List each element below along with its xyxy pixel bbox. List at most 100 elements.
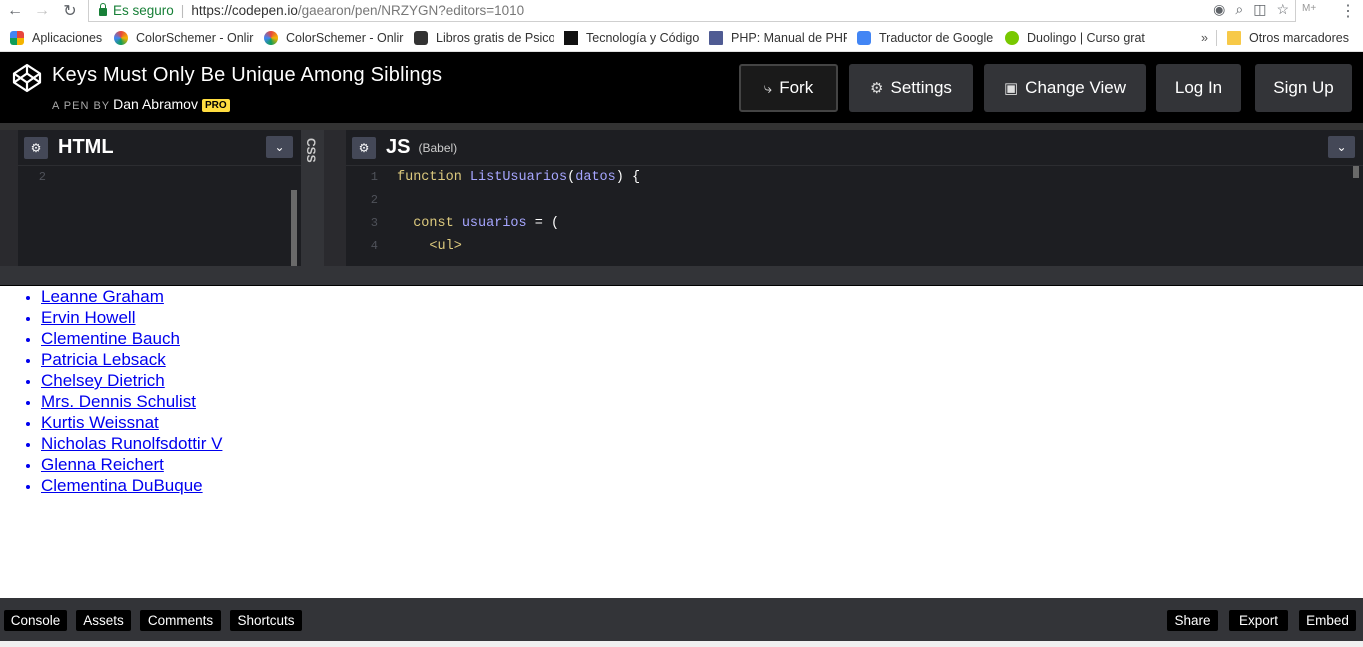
omnibox-actions: ◉ ⌕ ◫ ☆ [1213,1,1289,18]
bookmark-colorschemer-1[interactable]: ColorSchemer - Onlir [104,25,254,52]
bookmark-colorschemer-2[interactable]: ColorSchemer - Onlir [254,25,404,52]
user-link[interactable]: Chelsey Dietrich [41,371,165,390]
editor-preview-resizer[interactable] [0,266,1363,286]
address-bar[interactable]: Es seguro | https://codepen.io/gaearon/p… [88,0,1296,22]
js-editor[interactable]: ⚙ JS (Babel) ⌄ 1 function ListUsuarios(d… [346,130,1363,266]
other-bookmarks-label: Otros marcadores [1248,31,1349,45]
settings-label: Settings [890,78,952,97]
html-scrollbar[interactable] [291,190,297,266]
author-link[interactable]: Dan Abramov [113,96,198,112]
bookmark-apps[interactable]: Aplicaciones [0,25,104,52]
code-line: 3 const usuarios = ( [346,212,1363,235]
bookmark-traductor[interactable]: Traductor de Google [847,25,995,52]
list-item: Clementina DuBuque [41,476,222,497]
bookmark-label: Traductor de Google [879,31,994,45]
more-bookmarks-chevron[interactable]: » [1193,31,1216,45]
codepen-logo-icon[interactable] [12,63,42,93]
login-label: Log In [1174,78,1223,97]
js-settings-gear-icon[interactable]: ⚙ [352,136,376,159]
change-view-button[interactable]: ▣ Change View [984,64,1146,112]
list-item: Clementine Bauch [41,329,222,350]
list-item: Mrs. Dennis Schulist [41,392,222,413]
html-code[interactable]: 2 [18,166,301,189]
pro-badge: PRO [201,99,230,112]
settings-button[interactable]: ⚙ Settings [849,64,973,112]
user-link[interactable]: Patricia Lebsack [41,350,166,369]
editor-resize-handle-middle[interactable] [324,130,346,266]
html-editor[interactable]: ⚙ HTML ⌄ 2 [18,130,301,266]
extension-icon[interactable]: M+ [1302,3,1320,17]
layout-icon: ▣ [1003,80,1019,97]
console-button[interactable]: Console [4,610,67,631]
user-link[interactable]: Leanne Graham [41,287,164,306]
other-bookmarks-folder[interactable]: Otros marcadores [1217,25,1363,52]
code-line: 4 <ul> [346,235,1363,258]
colorwheel-icon [114,31,128,45]
tech-icon [564,31,578,45]
list-item: Ervin Howell [41,308,222,329]
list-item: Nicholas Runolfsdottir V [41,434,222,455]
login-button[interactable]: Log In [1156,64,1241,112]
forward-arrow-icon[interactable]: → [30,1,54,21]
jsx-tag: <ul> [429,239,462,254]
line-number: 2 [370,193,378,207]
param-name: datos [575,170,616,185]
by-label: A PEN BY [52,100,111,112]
reload-icon[interactable]: ↻ [58,1,82,21]
menu-dots-icon[interactable]: ⋮ [1340,1,1356,21]
bookmarks-bar: Aplicaciones ColorSchemer - Onlir ColorS… [0,25,1363,52]
line-number: 3 [370,216,378,230]
code-rest: = ( [526,216,560,231]
list-item: Chelsey Dietrich [41,371,222,392]
js-code[interactable]: 1 function ListUsuarios(datos) { 2 3 con… [346,166,1363,258]
css-editor-title: CSS [304,138,318,163]
pen-title: Keys Must Only Be Unique Among Siblings [52,64,443,86]
bookmark-label: Duolingo | Curso grat [1027,31,1145,45]
css-editor-collapsed[interactable]: CSS [301,130,324,266]
result-preview: Leanne Graham Ervin Howell Clementine Ba… [0,286,1363,598]
list-item: Kurtis Weissnat [41,413,222,434]
line-number: 1 [370,170,378,184]
js-chevron-down-icon[interactable]: ⌄ [1328,136,1355,158]
html-chevron-down-icon[interactable]: ⌄ [266,136,293,158]
js-scrollbar[interactable] [1353,166,1359,178]
keyword: const [413,216,454,231]
user-link[interactable]: Clementine Bauch [41,329,180,348]
star-icon[interactable]: ☆ [1276,1,1289,18]
bookmark-label: Tecnología y Código [586,31,699,45]
shortcuts-button[interactable]: Shortcuts [230,610,302,631]
translate-icon[interactable]: ◫ [1253,1,1266,18]
embed-button[interactable]: Embed [1299,610,1356,631]
user-link[interactable]: Ervin Howell [41,308,135,327]
user-link[interactable]: Glenna Reichert [41,455,164,474]
list-item: Glenna Reichert [41,455,222,476]
assets-button[interactable]: Assets [76,610,131,631]
user-link[interactable]: Nicholas Runolfsdottir V [41,434,222,453]
duolingo-owl-icon [1005,31,1019,45]
js-editor-header: ⚙ JS (Babel) ⌄ [346,130,1363,166]
share-button[interactable]: Share [1167,610,1218,631]
line-number: 4 [370,239,378,253]
user-link[interactable]: Kurtis Weissnat [41,413,159,432]
zoom-icon[interactable]: ⌕ [1235,1,1243,18]
signup-button[interactable]: Sign Up [1255,64,1352,112]
user-link[interactable]: Clementina DuBuque [41,476,203,495]
site-settings-icon[interactable]: ◉ [1213,1,1225,18]
variable-name: usuarios [461,216,527,231]
bookmark-php[interactable]: PHP: Manual de PHP [699,25,847,52]
editor-resize-handle-left[interactable] [0,130,18,266]
bookmark-duolingo[interactable]: Duolingo | Curso grat [995,25,1145,52]
html-settings-gear-icon[interactable]: ⚙ [24,136,48,159]
code-line: 1 function ListUsuarios(datos) { [346,166,1363,189]
url-text[interactable]: https://codepen.io/gaearon/pen/NRZYGN?ed… [191,3,524,18]
fork-button[interactable]: ⤷ Fork [739,64,838,112]
export-button[interactable]: Export [1229,610,1288,631]
bookmark-tecnologia[interactable]: Tecnología y Código [554,25,699,52]
bookmark-label: PHP: Manual de PHP [731,31,847,45]
comments-button[interactable]: Comments [140,610,221,631]
list-item: Patricia Lebsack [41,350,222,371]
signup-label: Sign Up [1273,78,1334,97]
user-link[interactable]: Mrs. Dennis Schulist [41,392,196,411]
back-arrow-icon[interactable]: ← [3,1,27,21]
bookmark-libros[interactable]: Libros gratis de Psico [404,25,554,52]
